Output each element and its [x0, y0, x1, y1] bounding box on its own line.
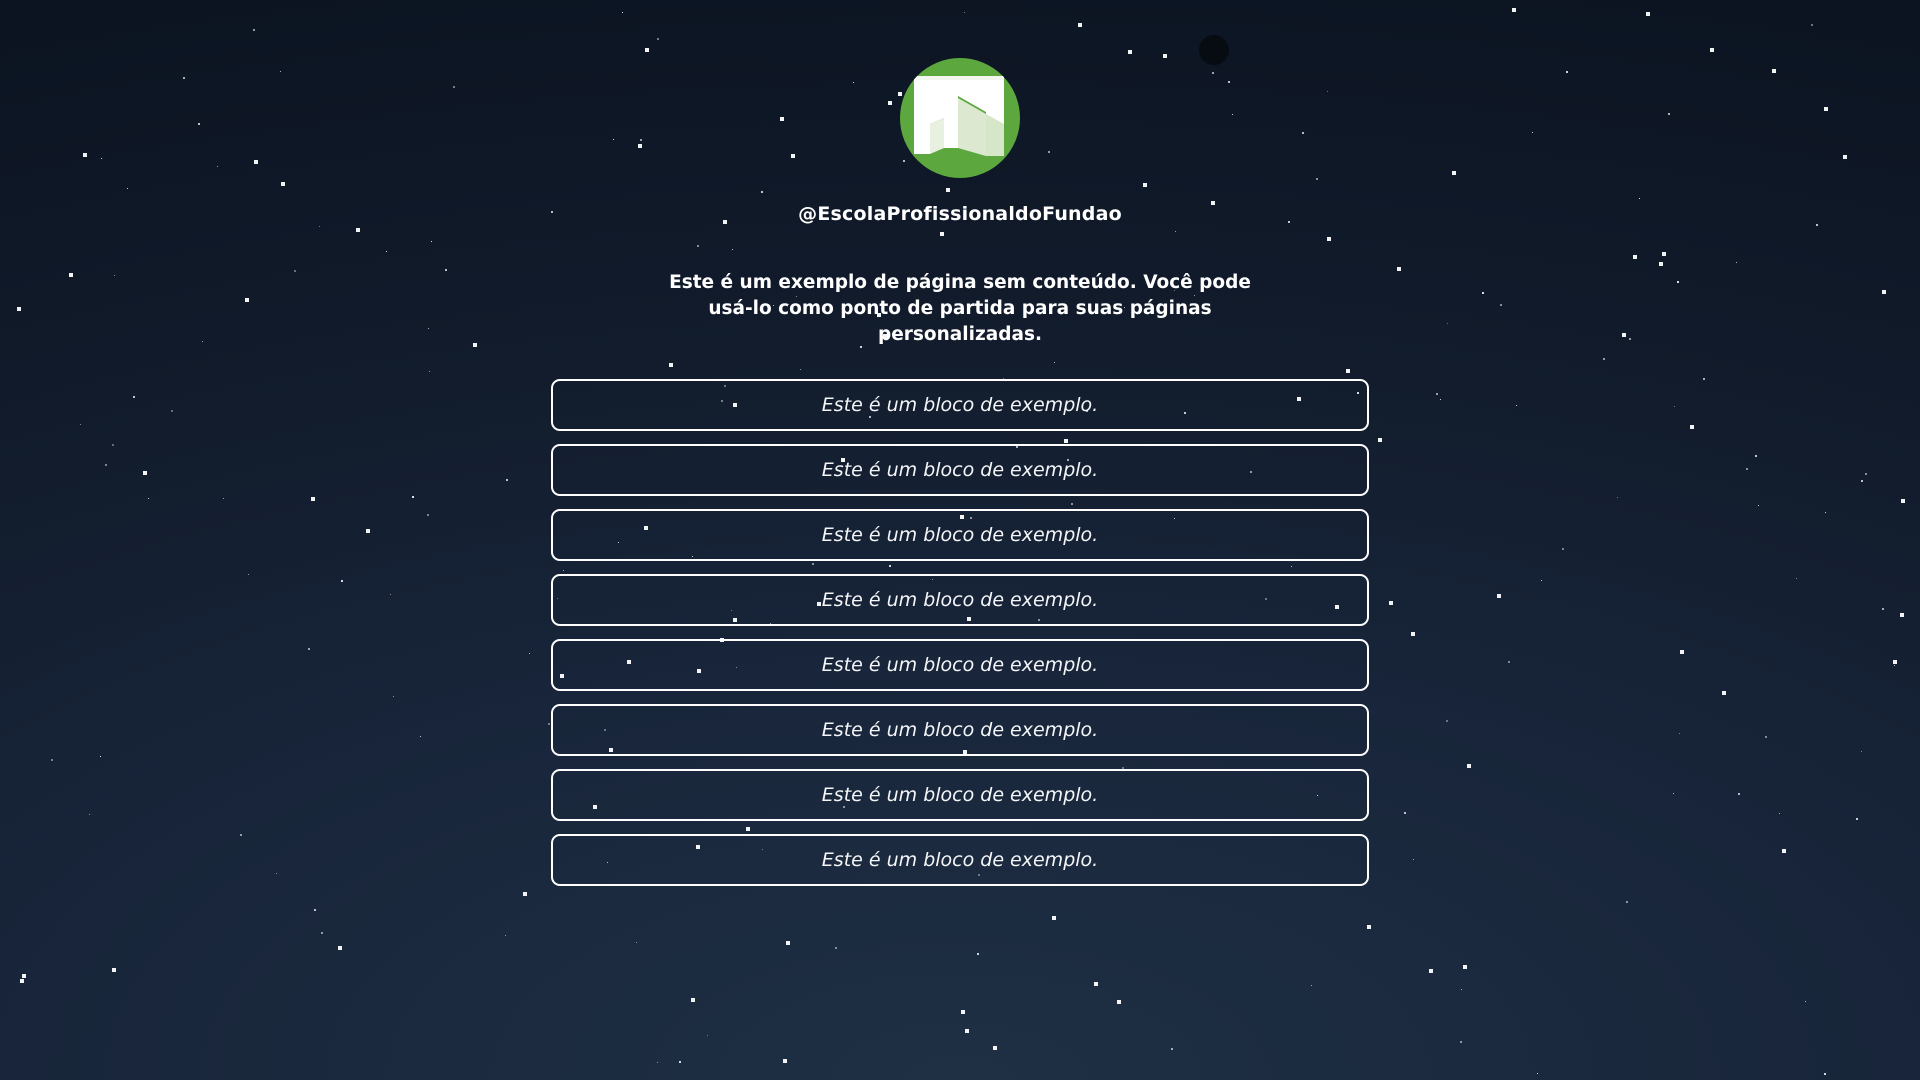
star: [657, 1062, 658, 1063]
link-block-4[interactable]: Este é um bloco de exemplo.: [551, 574, 1369, 626]
star: [1824, 1073, 1826, 1075]
link-label: Este é um bloco de exemplo.: [821, 849, 1099, 871]
star: [977, 953, 979, 955]
star: [1171, 1048, 1173, 1050]
star: [1311, 985, 1312, 986]
avatar: [900, 58, 1020, 178]
star: [993, 1046, 997, 1050]
star: [1463, 965, 1467, 969]
link-label: Este é um bloco de exemplo.: [821, 589, 1099, 611]
link-list: Este é um bloco de exemplo. Este é um bl…: [551, 379, 1369, 899]
star: [314, 909, 316, 911]
link-block-1[interactable]: Este é um bloco de exemplo.: [551, 379, 1369, 431]
star: [1117, 1000, 1121, 1004]
school-building-logo-icon: [914, 76, 1004, 156]
link-block-3[interactable]: Este é um bloco de exemplo.: [551, 509, 1369, 561]
star: [1626, 901, 1628, 903]
link-label: Este é um bloco de exemplo.: [821, 784, 1099, 806]
star: [321, 932, 323, 934]
star: [1537, 1073, 1538, 1074]
star: [1460, 1041, 1462, 1043]
link-block-6[interactable]: Este é um bloco de exemplo.: [551, 704, 1369, 756]
link-label: Este é um bloco de exemplo.: [821, 394, 1099, 416]
link-block-2[interactable]: Este é um bloco de exemplo.: [551, 444, 1369, 496]
profile-handle: @EscolaProfissionaldoFundao: [798, 203, 1122, 225]
star: [112, 968, 116, 972]
star: [20, 979, 24, 983]
link-label: Este é um bloco de exemplo.: [821, 654, 1099, 676]
star: [22, 974, 26, 978]
link-label: Este é um bloco de exemplo.: [821, 719, 1099, 741]
star: [1367, 925, 1371, 929]
link-label: Este é um bloco de exemplo.: [821, 459, 1099, 481]
star: [636, 942, 637, 943]
link-block-7[interactable]: Este é um bloco de exemplo.: [551, 769, 1369, 821]
star: [961, 1010, 965, 1014]
star: [783, 1059, 787, 1063]
star: [505, 935, 506, 936]
star: [679, 1061, 681, 1063]
star: [786, 941, 790, 945]
star: [835, 947, 837, 949]
link-label: Este é um bloco de exemplo.: [821, 524, 1099, 546]
star: [1429, 969, 1433, 973]
star: [691, 998, 695, 1002]
star: [1461, 989, 1462, 990]
profile-container: @EscolaProfissionaldoFundao Este é um ex…: [0, 0, 1920, 899]
star: [965, 1029, 969, 1033]
link-block-5[interactable]: Este é um bloco de exemplo.: [551, 639, 1369, 691]
link-block-8[interactable]: Este é um bloco de exemplo.: [551, 834, 1369, 886]
star: [707, 1035, 708, 1036]
star: [1094, 982, 1098, 986]
star: [1805, 1001, 1806, 1002]
star: [1052, 916, 1056, 920]
profile-description: Este é um exemplo de página sem conteúdo…: [669, 272, 1251, 345]
star: [338, 946, 342, 950]
